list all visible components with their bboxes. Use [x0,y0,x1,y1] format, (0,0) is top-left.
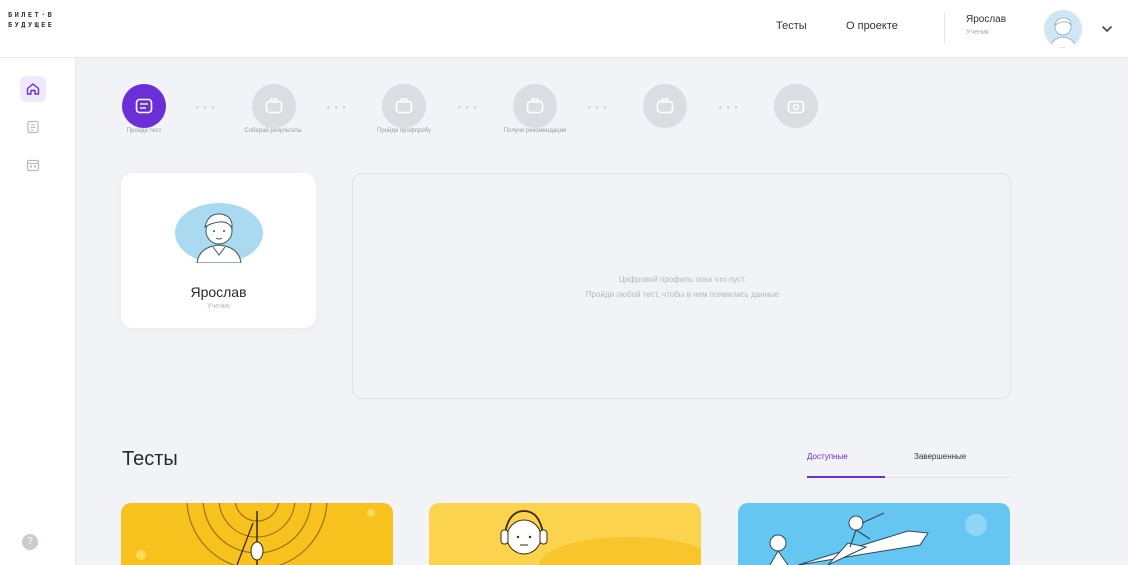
step-6-icon [774,84,818,128]
document-icon [27,120,39,134]
header-divider [944,13,945,43]
help-icon[interactable]: ? [22,534,38,550]
step-2-label: Соберай результаты [244,128,302,134]
home-icon [26,83,40,95]
header-user-role: Ученик [966,29,989,36]
profile-role: Ученик [207,303,230,310]
step-3-icon [382,84,426,128]
sidebar-item-home[interactable] [20,76,46,102]
digital-profile-empty-line-1: Цифровой профиль пока что пуст. [618,275,747,284]
logo-line-2: БУДУЩЕЕ [8,21,55,29]
test-card-3[interactable] [738,503,1010,565]
nav-tests-link[interactable]: Тесты [776,20,807,32]
tests-section-title: Тесты [122,448,178,470]
step-1-icon [122,84,166,128]
nav-about-link[interactable]: О проекте [846,20,898,32]
step-2-icon [252,84,296,128]
user-avatar[interactable] [1044,10,1082,48]
profile-name: Ярослав [190,284,247,300]
chevron-down-icon[interactable] [1100,22,1114,36]
top-header: БИЛЕТ·В БУДУЩЕЕ Тесты О проекте Ярослав … [0,0,1128,58]
test-card-1[interactable] [121,503,393,565]
headphones-illustration [500,510,701,565]
step-connector: ••• [719,103,743,112]
logo-line-1: БИЛЕТ·В [8,11,55,19]
profile-avatar [175,203,263,263]
digital-profile-empty-line-2: Пройди любой тест, чтобы в нем появились… [585,290,780,299]
step-5-icon [643,84,687,128]
logo[interactable]: БИЛЕТ·В БУДУЩЕЕ [8,10,54,30]
test-card-2[interactable] [429,503,701,565]
digital-profile-panel: Цифровой профиль пока что пуст. Пройди л… [352,173,1011,399]
step-connector: ••• [458,103,482,112]
header-user-name[interactable]: Ярослав [966,14,1006,25]
tab-available[interactable]: Доступные [807,452,848,461]
step-3-label: Пройди профпробу [377,128,431,134]
sidebar-item-tests[interactable] [20,114,46,140]
calendar-icon [26,159,40,172]
sidebar: ? [0,58,76,565]
step-4-icon [513,84,557,128]
rocket-illustration [769,512,987,565]
target-illustration [136,503,375,565]
step-connector: ••• [588,103,612,112]
profile-card[interactable]: Ярослав Ученик [121,173,316,328]
step-connector: ••• [327,103,351,112]
step-1-label: Пройди тест [126,128,162,134]
active-tab-indicator [807,476,885,478]
sidebar-item-calendar[interactable] [20,152,46,178]
tab-completed[interactable]: Завершенные [914,452,966,461]
step-connector: ••• [196,103,220,112]
step-4-label: Получи рекомендации [503,128,567,134]
